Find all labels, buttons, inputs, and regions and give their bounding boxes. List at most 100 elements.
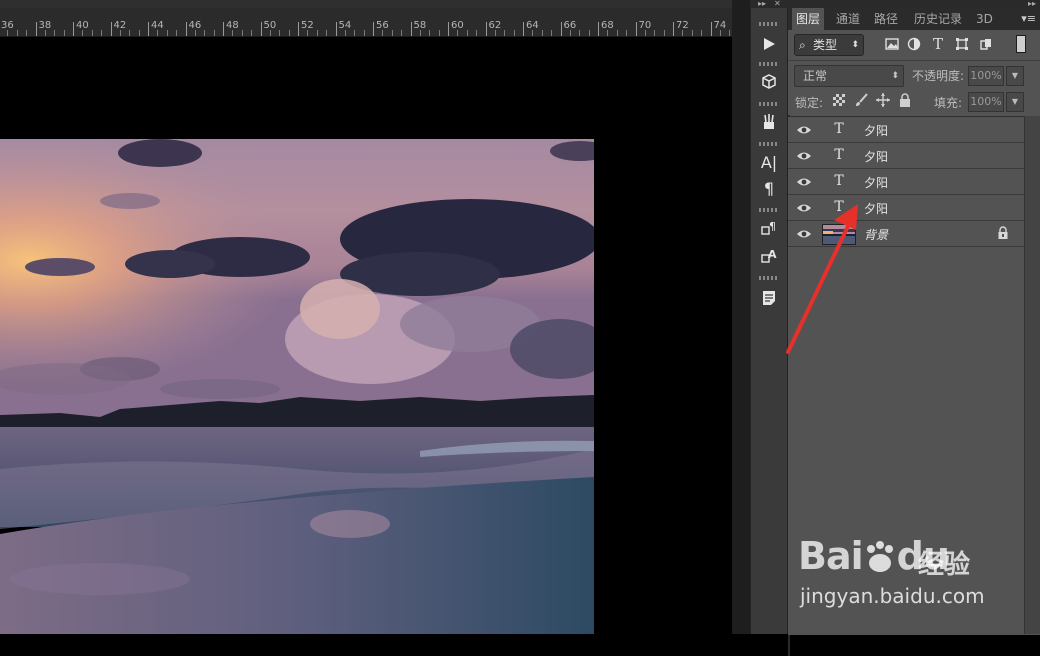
strip-grip[interactable] bbox=[759, 142, 779, 146]
eye-visibility-icon[interactable] bbox=[796, 174, 812, 190]
ruler-minor-tick bbox=[466, 30, 468, 36]
layer-name[interactable]: 夕阳 bbox=[864, 148, 888, 165]
ruler-minor-tick bbox=[457, 30, 459, 36]
layer-filter-row: ⌕ 类型 ⬍ T bbox=[788, 30, 1040, 61]
collapse-panels-icon[interactable]: ▸▸ bbox=[1028, 0, 1036, 8]
type-filter-icon[interactable]: T bbox=[930, 35, 946, 53]
ruler-minor-tick bbox=[691, 30, 693, 36]
brush-presets-icon[interactable] bbox=[756, 110, 782, 134]
ruler-minor-tick bbox=[551, 30, 553, 36]
text-layer-thumb-icon: T bbox=[834, 173, 844, 189]
chevron-updown-icon: ⬍ bbox=[851, 40, 859, 50]
ruler-minor-tick bbox=[63, 30, 65, 36]
ruler-major-tick bbox=[373, 22, 374, 36]
tab-layers[interactable]: 图层 bbox=[792, 8, 825, 30]
blend-mode-select[interactable]: 正常 ⬍ bbox=[794, 65, 904, 87]
ruler-minor-tick bbox=[579, 30, 581, 36]
ruler-minor-tick bbox=[626, 30, 628, 36]
ruler-minor-tick bbox=[288, 30, 290, 36]
document-canvas-area[interactable]: 36 38 40 42 44 46 48 50 52 54 56 58 60 62 64 66 68 70 72 74 bbox=[0, 0, 740, 634]
fill-dropdown-icon[interactable]: ▼ bbox=[1006, 92, 1024, 112]
ruler-major-tick bbox=[710, 22, 712, 36]
strip-grip[interactable] bbox=[759, 102, 779, 106]
ruler-major-tick bbox=[485, 22, 487, 36]
collapse-dock-icon[interactable]: ▸▸ bbox=[758, 0, 766, 8]
tab-3d[interactable]: 3D bbox=[972, 8, 997, 30]
layer-row-text-1[interactable]: T 夕阳 bbox=[788, 117, 1024, 143]
svg-text:¶: ¶ bbox=[769, 220, 776, 233]
ruler-minor-tick bbox=[401, 30, 403, 36]
3d-icon[interactable] bbox=[756, 70, 782, 94]
lock-label: 锁定: bbox=[795, 96, 824, 110]
ruler-major-tick bbox=[523, 22, 524, 36]
ruler-minor-tick bbox=[54, 30, 56, 36]
filter-kind-select[interactable]: ⌕ 类型 ⬍ bbox=[794, 34, 864, 56]
filter-toggle-switch[interactable] bbox=[1016, 35, 1026, 53]
horizontal-ruler[interactable]: 36 38 40 42 44 46 48 50 52 54 56 58 60 62 64 66 68 70 72 74 bbox=[0, 8, 740, 37]
layer-row-text-2[interactable]: T 夕阳 bbox=[788, 143, 1024, 169]
ruler-minor-tick bbox=[119, 30, 121, 36]
play-icon[interactable] bbox=[756, 32, 782, 56]
ruler-major-tick bbox=[223, 22, 224, 36]
shape-filter-icon[interactable] bbox=[954, 36, 970, 52]
ruler-minor-tick bbox=[316, 30, 318, 36]
ruler-major-tick bbox=[448, 22, 449, 36]
ruler-minor-tick bbox=[44, 30, 46, 36]
opacity-dropdown-icon[interactable]: ▼ bbox=[1006, 66, 1024, 86]
ruler-minor-tick bbox=[344, 30, 346, 36]
strip-grip[interactable] bbox=[759, 208, 779, 212]
tab-paths[interactable]: 路径 bbox=[870, 8, 902, 30]
notes-icon[interactable] bbox=[756, 286, 782, 310]
eye-visibility-icon[interactable] bbox=[796, 122, 812, 138]
opacity-input[interactable]: 100% bbox=[968, 66, 1004, 86]
strip-grip[interactable] bbox=[759, 276, 779, 280]
ruler-major-tick bbox=[410, 22, 412, 36]
ruler-minor-tick bbox=[644, 30, 646, 36]
layer-row-text-3[interactable]: T 夕阳 bbox=[788, 169, 1024, 195]
ruler-minor-tick bbox=[541, 30, 543, 36]
layer-name[interactable]: 夕阳 bbox=[864, 174, 888, 191]
layer-name[interactable]: 夕阳 bbox=[864, 122, 888, 139]
fill-input[interactable]: 100% bbox=[968, 92, 1004, 112]
ruler-minor-tick bbox=[513, 30, 515, 36]
sunset-beach-photo[interactable] bbox=[0, 139, 594, 634]
filter-kind-value: 类型 bbox=[813, 38, 838, 52]
ruler-minor-tick bbox=[391, 30, 393, 36]
paragraph-styles-icon[interactable]: ¶ bbox=[756, 216, 782, 240]
ruler-minor-tick bbox=[476, 30, 478, 36]
character-styles-icon[interactable]: A bbox=[756, 244, 782, 268]
ruler-major-tick bbox=[635, 22, 637, 36]
panel-menu-icon[interactable]: ▾≡ bbox=[1021, 12, 1036, 25]
ruler-minor-tick bbox=[82, 30, 84, 36]
close-dock-icon[interactable]: ✕ bbox=[774, 0, 781, 8]
ruler-major-tick bbox=[560, 22, 562, 36]
character-icon[interactable]: A| bbox=[756, 150, 782, 174]
ruler-minor-tick bbox=[101, 30, 103, 36]
lock-all-icon[interactable] bbox=[898, 93, 912, 107]
panel-tab-bar: 图层 通道 路径 历史记录 3D ▾≡ bbox=[788, 8, 1040, 30]
ruler-minor-tick bbox=[382, 30, 384, 36]
strip-grip[interactable] bbox=[759, 22, 779, 26]
ruler-minor-tick bbox=[204, 30, 206, 36]
lock-transparent-icon[interactable] bbox=[832, 93, 846, 107]
paragraph-icon[interactable]: ¶ bbox=[756, 176, 782, 200]
tab-history[interactable]: 历史记录 bbox=[910, 8, 966, 30]
ruler-minor-tick bbox=[251, 30, 253, 36]
strip-grip[interactable] bbox=[759, 62, 779, 66]
adjustment-filter-icon[interactable] bbox=[906, 36, 922, 52]
eye-visibility-icon[interactable] bbox=[796, 148, 812, 164]
ruler-minor-tick bbox=[616, 30, 618, 36]
smart-object-filter-icon[interactable] bbox=[978, 36, 994, 52]
ruler-minor-tick bbox=[607, 30, 609, 36]
image-filter-icon[interactable] bbox=[884, 36, 900, 52]
ruler-minor-tick bbox=[213, 30, 215, 36]
lock-paint-brush-icon[interactable] bbox=[854, 93, 868, 107]
baidu-jingyan-watermark: Bai du 经验 jingyan.baidu.com bbox=[796, 520, 996, 620]
ruler-minor-tick bbox=[232, 30, 234, 36]
layers-scrollbar[interactable] bbox=[1024, 116, 1040, 634]
ruler-minor-tick bbox=[166, 30, 168, 36]
lock-position-move-icon[interactable] bbox=[876, 93, 890, 107]
ruler-minor-tick bbox=[719, 30, 721, 36]
ruler-minor-tick bbox=[654, 30, 656, 36]
tab-channels[interactable]: 通道 bbox=[832, 8, 864, 30]
